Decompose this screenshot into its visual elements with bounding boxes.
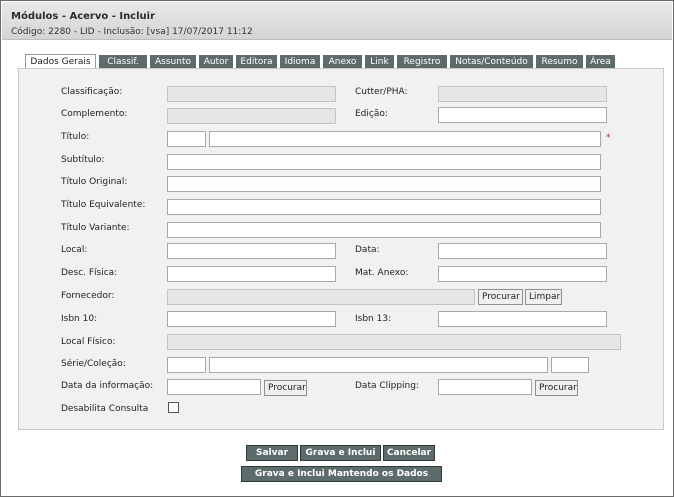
mat-anexo-field[interactable] [438, 266, 607, 282]
local-field[interactable] [167, 243, 336, 259]
data-field[interactable] [438, 243, 607, 259]
label-mat-anexo: Mat. Anexo: [355, 268, 409, 278]
label-isbn13: Isbn 13: [355, 314, 392, 324]
window: Módulos - Acervo - Incluir Código: 2280 … [0, 0, 674, 497]
label-complemento: Complemento: [61, 109, 128, 119]
data-clipping-procurar-button[interactable]: Procurar [535, 380, 578, 396]
fornecedor-limpar-button[interactable]: Limpar [525, 289, 562, 305]
tab-classif[interactable]: Classif. [99, 55, 147, 69]
window-title: Módulos - Acervo - Incluir [11, 11, 156, 22]
tab-resumo[interactable]: Resumo [536, 55, 583, 69]
label-isbn10: Isbn 10: [61, 314, 98, 324]
grava-inclui-button[interactable]: Grava e Inclui [300, 445, 381, 461]
label-titulo: Título: [61, 132, 90, 142]
subtitulo-field[interactable] [167, 154, 601, 170]
cutter-field [438, 86, 607, 102]
required-marker: * [606, 133, 611, 143]
tab-area[interactable]: Área [586, 55, 615, 69]
data-informacao-procurar-button[interactable]: Procurar [264, 380, 307, 396]
edicao-field[interactable] [438, 107, 607, 123]
label-desc-fisica: Desc. Física: [61, 268, 118, 278]
label-data: Data: [355, 245, 380, 255]
label-serie-colecao: Série/Coleção: [61, 359, 126, 369]
label-data-informacao: Data da informação: [61, 381, 154, 391]
fornecedor-field [167, 289, 475, 305]
tab-anexo[interactable]: Anexo [323, 55, 362, 69]
tab-idioma[interactable]: Idioma [280, 55, 320, 69]
cancelar-button[interactable]: Cancelar [383, 445, 435, 461]
desabilita-consulta-checkbox[interactable] [168, 402, 179, 413]
label-subtitulo: Subtítulo: [61, 155, 105, 165]
titulo-equivalente-field[interactable] [167, 199, 601, 215]
label-titulo-variante: Título Variante: [61, 223, 130, 233]
titulo-prefix-field[interactable] [167, 131, 206, 147]
desc-fisica-field[interactable] [167, 266, 336, 282]
titulo-original-field[interactable] [167, 176, 601, 192]
complemento-field [167, 108, 336, 124]
label-classificacao: Classificação: [61, 87, 123, 97]
label-cutter: Cutter/PHA: [355, 87, 408, 97]
label-data-clipping: Data Clipping: [355, 381, 420, 391]
titulo-variante-field[interactable] [167, 222, 601, 238]
classificacao-field [167, 86, 336, 102]
data-informacao-field[interactable] [167, 379, 261, 395]
title-bar: Módulos - Acervo - Incluir Código: 2280 … [2, 2, 672, 40]
label-edicao: Edição: [355, 109, 388, 119]
grava-inclui-mantendo-button[interactable]: Grava e Inclui Mantendo os Dados [241, 466, 442, 482]
isbn13-field[interactable] [438, 311, 607, 327]
label-titulo-original: Título Original: [61, 177, 128, 187]
tab-registro[interactable]: Registro [397, 55, 447, 69]
local-fisico-field [167, 334, 621, 350]
tab-notas-conteudo[interactable]: Notas/Conteúdo [450, 55, 533, 69]
form-panel: Classificação: Cutter/PHA: Complemento: … [18, 68, 664, 430]
serie-volume-field[interactable] [551, 357, 589, 373]
label-fornecedor: Fornecedor: [61, 291, 115, 301]
label-desabilita-consulta: Desabilita Consulta [61, 404, 149, 414]
window-subtitle: Código: 2280 - LID - Inclusão: [vsa] 17/… [11, 27, 253, 37]
label-local-fisico: Local Físico: [61, 337, 116, 347]
tab-assunto[interactable]: Assunto [150, 55, 196, 69]
serie-colecao-field[interactable] [209, 357, 548, 373]
label-titulo-equivalente: Título Equivalente: [61, 200, 146, 210]
tab-link[interactable]: Link [365, 55, 394, 69]
titulo-field[interactable] [209, 131, 601, 147]
data-clipping-field[interactable] [438, 379, 532, 395]
tab-editora[interactable]: Editora [236, 55, 277, 69]
serie-prefix-field[interactable] [167, 357, 206, 373]
isbn10-field[interactable] [167, 311, 336, 327]
salvar-button[interactable]: Salvar [246, 445, 298, 461]
label-local: Local: [61, 245, 88, 255]
fornecedor-procurar-button[interactable]: Procurar [478, 289, 523, 305]
tab-autor[interactable]: Autor [199, 55, 233, 69]
